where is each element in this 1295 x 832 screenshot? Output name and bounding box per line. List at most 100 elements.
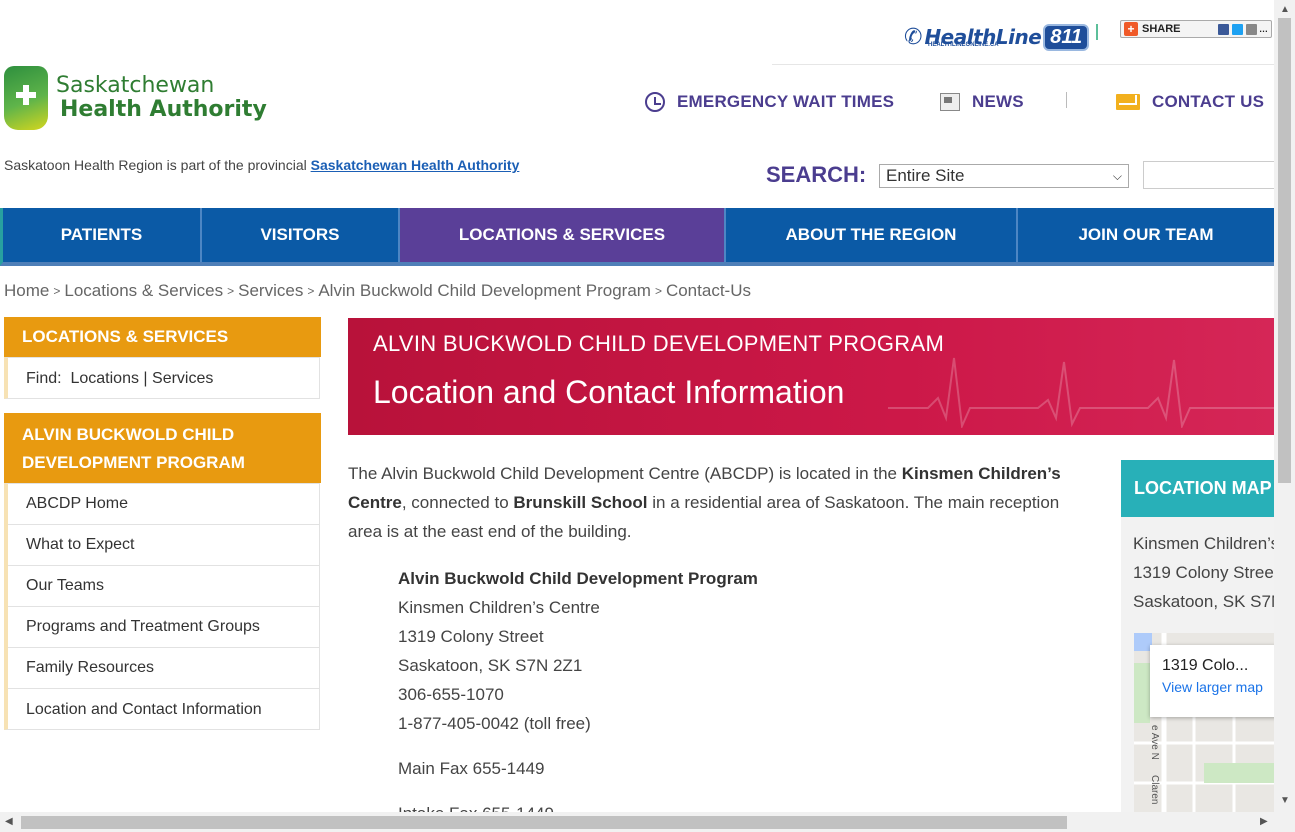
scroll-right-icon[interactable]: ▶ bbox=[1260, 816, 1268, 827]
envelope-icon bbox=[1116, 94, 1140, 110]
breadcrumb-current: Contact-Us bbox=[665, 281, 751, 300]
breadcrumb-separator-icon: > bbox=[307, 284, 315, 298]
map-street-label: e Ave N bbox=[1149, 725, 1160, 760]
banner-kicker: ALVIN BUCKWOLD CHILD DEVELOPMENT PROGRAM bbox=[373, 331, 945, 356]
breadcrumb-separator-icon: > bbox=[53, 284, 61, 298]
search-input[interactable] bbox=[1143, 161, 1278, 189]
address-line3: Saskatoon, SK S7N 2Z1 bbox=[398, 656, 583, 675]
contact-label: CONTACT US bbox=[1152, 92, 1265, 111]
region-note-text: Saskatoon Health Region is part of the p… bbox=[4, 157, 311, 173]
utility-divider bbox=[1096, 24, 1098, 40]
contact-us-link[interactable]: CONTACT US bbox=[1116, 92, 1264, 112]
address-block: Alvin Buckwold Child Development Program… bbox=[398, 564, 758, 738]
nav-locations-services[interactable]: LOCATIONS & SERVICES bbox=[400, 208, 726, 262]
chevron-down-icon: ⌵ bbox=[1112, 168, 1122, 183]
address-line2: 1319 Colony Street bbox=[398, 627, 544, 646]
intro-text-c: , connected to bbox=[401, 493, 514, 512]
main-nav: PATIENTS VISITORS LOCATIONS & SERVICES A… bbox=[0, 208, 1274, 266]
breadcrumb-locations[interactable]: Locations & Services bbox=[64, 281, 223, 301]
location-map-heading: LOCATION MAP bbox=[1121, 460, 1274, 517]
nav-join-team[interactable]: JOIN OUR TEAM bbox=[1018, 208, 1274, 262]
intro-text-a: The Alvin Buckwold Child Development Cen… bbox=[348, 464, 902, 483]
horizontal-scroll-thumb[interactable] bbox=[21, 816, 1067, 829]
breadcrumb-separator-icon: > bbox=[227, 284, 235, 298]
intro-brunskill: Brunskill School bbox=[513, 493, 648, 512]
address-line1: Kinsmen Children’s Centre bbox=[398, 598, 600, 617]
news-link[interactable]: NEWS bbox=[940, 92, 1024, 112]
sidebar-item-programs[interactable]: Programs and Treatment Groups bbox=[8, 607, 319, 648]
breadcrumb: Home > Locations & Services > Services >… bbox=[4, 281, 751, 301]
share-button[interactable]: + SHARE … bbox=[1120, 20, 1272, 38]
map-info-card: 1319 Colo... View larger map bbox=[1150, 645, 1274, 717]
map-addr1: Kinsmen Children’s Centre bbox=[1133, 534, 1274, 553]
header-link-divider bbox=[1066, 92, 1067, 108]
add-icon: + bbox=[1124, 22, 1138, 36]
page-title: Location and Contact Information bbox=[373, 374, 845, 410]
breadcrumb-home[interactable]: Home bbox=[4, 281, 49, 301]
find-label: Find: bbox=[26, 369, 62, 387]
emergency-wait-times-link[interactable]: EMERGENCY WAIT TIMES bbox=[645, 92, 894, 112]
nav-visitors[interactable]: VISITORS bbox=[202, 208, 400, 262]
twitter-icon[interactable] bbox=[1232, 23, 1243, 35]
phone-icon: ✆ bbox=[904, 24, 923, 49]
logo-line2: Health Authority bbox=[60, 97, 267, 122]
sidebar-find-box: Find: Locations | Services bbox=[4, 357, 320, 399]
sha-logo[interactable]: Saskatchewan Health Authority bbox=[4, 66, 267, 130]
logo-line1: Saskatchewan bbox=[56, 73, 215, 98]
healthline-url: HEALTHLINEONLINE.CA bbox=[928, 42, 999, 48]
nav-patients[interactable]: PATIENTS bbox=[3, 208, 202, 262]
address-name: Alvin Buckwold Child Development Program bbox=[398, 569, 758, 588]
view-larger-map-link[interactable]: View larger map bbox=[1162, 679, 1274, 695]
map-addr2: 1319 Colony Street bbox=[1133, 563, 1274, 582]
scroll-left-icon[interactable]: ◀ bbox=[5, 816, 13, 827]
healthline-number: 811 bbox=[1043, 23, 1090, 51]
cross-logo-icon bbox=[4, 66, 48, 130]
facebook-icon[interactable] bbox=[1218, 23, 1229, 35]
program-heading-line2: DEVELOPMENT PROGRAM bbox=[22, 453, 245, 472]
sidebar-locations-heading: LOCATIONS & SERVICES bbox=[4, 317, 321, 357]
more-icon[interactable]: … bbox=[1259, 24, 1268, 34]
find-locations-link[interactable]: Locations bbox=[70, 370, 139, 388]
sidebar-item-abcdp-home[interactable]: ABCDP Home bbox=[8, 484, 319, 525]
sidebar-item-what-to-expect[interactable]: What to Expect bbox=[8, 525, 319, 566]
map-street-label: Claren bbox=[1149, 775, 1160, 805]
breadcrumb-abcdp[interactable]: Alvin Buckwold Child Development Program bbox=[318, 281, 651, 301]
sha-link[interactable]: Saskatchewan Health Authority bbox=[311, 157, 520, 173]
sidebar-item-our-teams[interactable]: Our Teams bbox=[8, 566, 319, 607]
embedded-map[interactable]: 1319 Colo... View larger map e Ave N Cla… bbox=[1134, 633, 1274, 817]
address-tollfree[interactable]: 1-877-405-0042 (toll free) bbox=[398, 709, 758, 738]
address-phone[interactable]: 306-655-1070 bbox=[398, 680, 758, 709]
vertical-scrollbar[interactable]: ▲ ▼ bbox=[1274, 0, 1295, 812]
map-card-title: 1319 Colo... bbox=[1162, 657, 1249, 674]
sidebar-item-family-resources[interactable]: Family Resources bbox=[8, 648, 319, 689]
region-note: Saskatoon Health Region is part of the p… bbox=[4, 157, 519, 173]
healthline-811-logo[interactable]: ✆ HealthLine 811 HEALTHLINEONLINE.CA bbox=[904, 20, 1090, 54]
location-map-box: Kinsmen Children’s Centre 1319 Colony St… bbox=[1121, 517, 1274, 817]
nav-about-region[interactable]: ABOUT THE REGION bbox=[726, 208, 1018, 262]
horizontal-scrollbar[interactable]: ◀ ▶ bbox=[0, 812, 1295, 832]
program-heading-line1: ALVIN BUCKWOLD CHILD bbox=[22, 425, 235, 444]
sidebar-item-location-contact[interactable]: Location and Contact Information bbox=[8, 689, 319, 730]
search-label: SEARCH: bbox=[766, 162, 867, 187]
scroll-down-icon[interactable]: ▼ bbox=[1280, 795, 1290, 806]
scroll-up-icon[interactable]: ▲ bbox=[1280, 4, 1290, 15]
intro-paragraph: The Alvin Buckwold Child Development Cen… bbox=[348, 459, 1083, 546]
heartbeat-graphic bbox=[888, 357, 1274, 428]
breadcrumb-separator-icon: > bbox=[654, 284, 662, 298]
vertical-scroll-thumb[interactable] bbox=[1278, 18, 1291, 483]
emergency-label: EMERGENCY WAIT TIMES bbox=[677, 92, 895, 111]
news-label: NEWS bbox=[972, 92, 1024, 111]
sidebar-program-heading[interactable]: ALVIN BUCKWOLD CHILD DEVELOPMENT PROGRAM bbox=[4, 413, 321, 483]
find-services-link[interactable]: Services bbox=[152, 370, 213, 388]
header-rule bbox=[772, 64, 1274, 65]
page-banner: ALVIN BUCKWOLD CHILD DEVELOPMENT PROGRAM… bbox=[348, 318, 1274, 435]
breadcrumb-services[interactable]: Services bbox=[238, 281, 303, 301]
email-icon[interactable] bbox=[1246, 23, 1257, 35]
map-addr3: Saskatoon, SK S7N 2Z1 bbox=[1133, 592, 1274, 611]
clock-icon bbox=[645, 92, 665, 112]
search-scope-select[interactable]: Entire Site ⌵ bbox=[879, 164, 1129, 188]
sidebar-program-menu: ABCDP Home What to Expect Our Teams Prog… bbox=[4, 483, 320, 730]
main-fax: Main Fax 655-1449 bbox=[398, 759, 545, 778]
search-scope-value: Entire Site bbox=[886, 166, 965, 185]
share-label: SHARE bbox=[1142, 23, 1181, 35]
